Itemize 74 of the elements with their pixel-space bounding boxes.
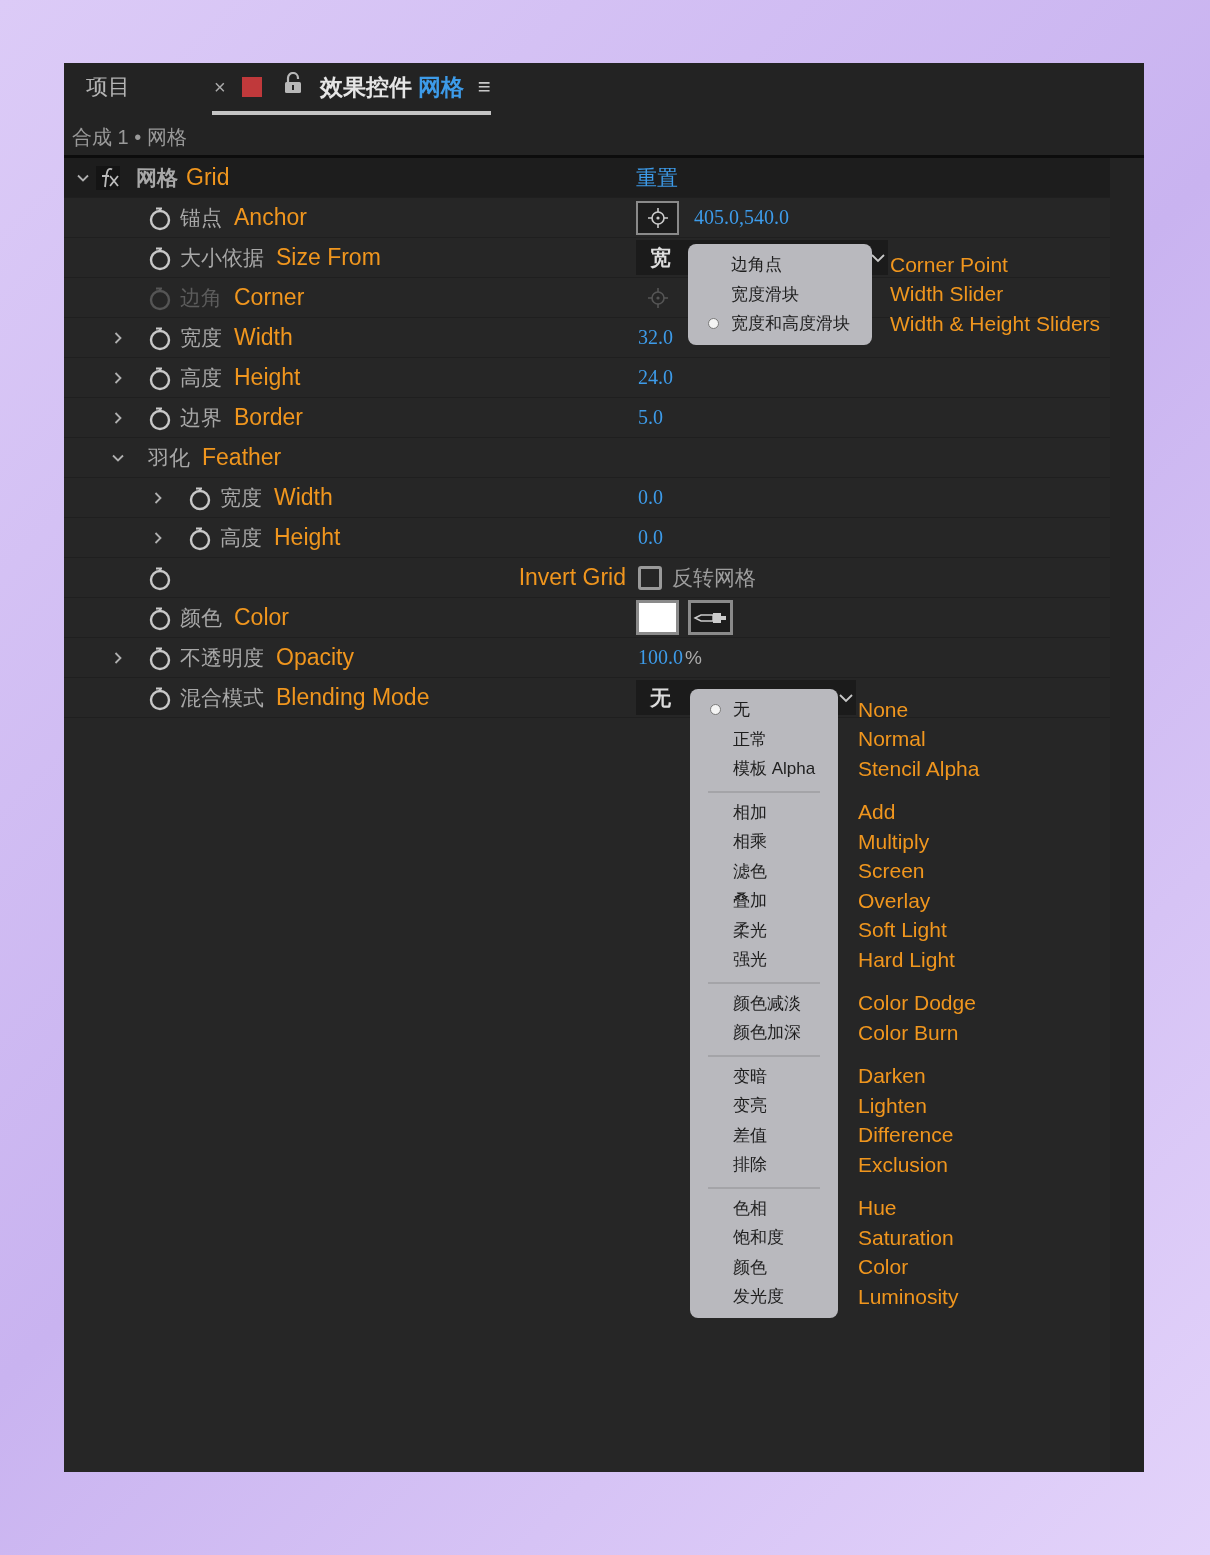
option-label: 柔光 bbox=[733, 919, 767, 942]
property-label: 不透明度 bbox=[180, 644, 264, 671]
property-label: 混合模式 bbox=[180, 684, 264, 711]
annotation-label: Invert Grid bbox=[518, 564, 626, 591]
annotation-label: Feather bbox=[202, 444, 282, 471]
tab-title: 效果控件 bbox=[319, 72, 412, 102]
annotation-label: Grid bbox=[186, 164, 230, 191]
annotation-label: Width & Height Sliders bbox=[890, 311, 1101, 336]
option-label: 强光 bbox=[733, 949, 767, 972]
annotation-label: Width bbox=[234, 324, 293, 351]
option-label: 色相 bbox=[733, 1197, 767, 1220]
annotation-label: Overlay bbox=[858, 888, 931, 913]
property-label: 颜色 bbox=[180, 604, 222, 631]
annotation-label: Stencil Alpha bbox=[858, 756, 980, 781]
property-label: 锚点 bbox=[180, 204, 222, 231]
option-label: 滤色 bbox=[733, 860, 767, 883]
annotation-label: Width bbox=[274, 484, 333, 511]
annotation-label: Hard Light bbox=[858, 947, 955, 972]
property-label: 大小依据 bbox=[180, 244, 264, 271]
annotation-label: Height bbox=[274, 524, 341, 551]
annotation-label: Difference bbox=[858, 1123, 954, 1148]
option-label: 发光度 bbox=[733, 1286, 784, 1309]
checkbox-label: 反转网格 bbox=[672, 564, 756, 591]
option-label: 饱和度 bbox=[733, 1227, 784, 1250]
property-label: 高度 bbox=[180, 364, 222, 391]
option-label: 无 bbox=[733, 699, 750, 722]
layer-name: 网格 bbox=[417, 72, 464, 102]
annotation-label: Exclusion bbox=[858, 1152, 948, 1177]
property-label: 宽度 bbox=[220, 484, 262, 511]
annotation-label: Saturation bbox=[858, 1225, 954, 1250]
annotation-label: Color bbox=[858, 1255, 909, 1280]
option-label: 相加 bbox=[733, 801, 767, 824]
option-label: 相乘 bbox=[733, 831, 767, 854]
option-label: 宽度滑块 bbox=[731, 283, 799, 306]
annotation-label: Add bbox=[858, 800, 896, 825]
annotation-label: Anchor bbox=[234, 204, 307, 231]
annotation-label: Corner bbox=[234, 284, 305, 311]
annotation-label: Blending Mode bbox=[276, 684, 430, 711]
option-label: 宽度和高度滑块 bbox=[731, 313, 850, 336]
option-label: 差值 bbox=[733, 1124, 767, 1147]
annotation-label: Width Slider bbox=[890, 282, 1004, 307]
effect-name: 网格 bbox=[136, 164, 178, 191]
option-label: 颜色减淡 bbox=[733, 992, 801, 1015]
annotation-label: Corner Point bbox=[890, 252, 1008, 277]
option-label: 叠加 bbox=[733, 890, 767, 913]
annotation-label: None bbox=[858, 697, 909, 722]
annotation-label: Screen bbox=[858, 859, 925, 884]
property-label: 边界 bbox=[180, 404, 222, 431]
option-label: 变暗 bbox=[733, 1065, 767, 1088]
annotation-label: Hue bbox=[858, 1196, 897, 1221]
property-label: 宽度 bbox=[180, 324, 222, 351]
unit-text: % bbox=[685, 646, 702, 669]
annotation-label: Border bbox=[234, 404, 304, 431]
option-label: 变亮 bbox=[733, 1095, 767, 1118]
option-label: 颜色 bbox=[733, 1256, 767, 1279]
option-label: 颜色加深 bbox=[733, 1022, 801, 1045]
option-label: 边角点 bbox=[731, 254, 782, 277]
property-label: 羽化 bbox=[148, 444, 190, 471]
annotation-label: Size From bbox=[276, 244, 381, 271]
annotation-label: Opacity bbox=[276, 644, 354, 671]
annotation-label: Darken bbox=[858, 1064, 926, 1089]
annotation-label: Soft Light bbox=[858, 918, 947, 943]
option-label: 排除 bbox=[733, 1154, 767, 1177]
annotation-label: Luminosity bbox=[858, 1284, 959, 1309]
annotation-label: Multiply bbox=[858, 829, 930, 854]
property-label: 高度 bbox=[220, 524, 262, 551]
annotation-label: Normal bbox=[858, 727, 926, 752]
annotation-label: Color Dodge bbox=[858, 991, 976, 1016]
annotation-label: Color bbox=[234, 604, 289, 631]
annotation-label: Height bbox=[234, 364, 301, 391]
option-label: 正常 bbox=[733, 728, 767, 751]
annotation-label: Color Burn bbox=[858, 1020, 959, 1045]
option-label: 模板 Alpha bbox=[733, 758, 816, 781]
annotation-label: Lighten bbox=[858, 1093, 927, 1118]
